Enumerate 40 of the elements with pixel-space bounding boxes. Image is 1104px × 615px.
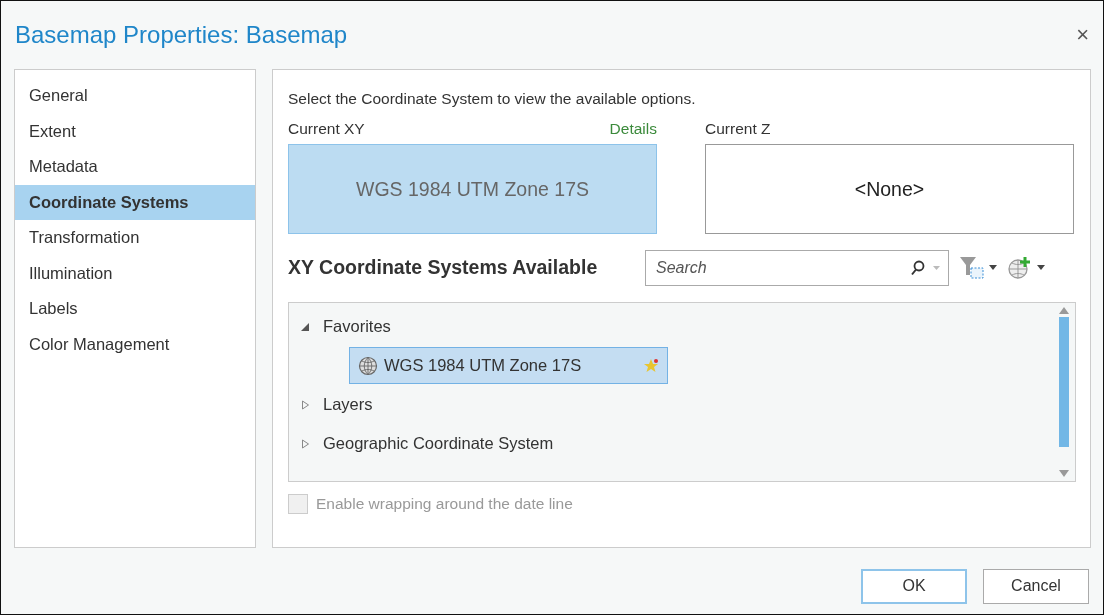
checkbox-label: Enable wrapping around the date line [316, 495, 573, 513]
tree-item[interactable]: Layers [323, 395, 373, 414]
tree-item[interactable]: Favorites [323, 317, 391, 336]
search-icon [911, 259, 925, 276]
scroll-up-arrow-icon[interactable] [1059, 306, 1069, 314]
search-field[interactable]: Search [645, 249, 949, 286]
close-button[interactable]: × [1072, 22, 1093, 48]
sidebar-item[interactable]: Transformation [15, 220, 255, 256]
sidebar-item[interactable]: Color Management [15, 326, 255, 362]
sidebar-item[interactable]: Illumination [15, 255, 255, 291]
section-heading: XY Coordinate Systems Available [288, 256, 599, 279]
filter-icon [959, 255, 985, 280]
instructions-text: Select the Coordinate System to view the available options. [288, 90, 697, 108]
cancel-button[interactable]: Cancel [983, 568, 1089, 604]
collapse-arrow-icon[interactable] [301, 321, 310, 332]
caret-icon [1037, 265, 1045, 270]
window-title: Basemap Properties: Basemap [15, 21, 348, 49]
details-link[interactable]: Details [609, 120, 657, 144]
filter-dropdown[interactable] [959, 255, 997, 280]
item-label: WGS 1984 UTM Zone 17S [384, 356, 583, 375]
expand-arrow-icon[interactable] [301, 399, 310, 410]
caret-icon[interactable] [933, 265, 940, 270]
sidebar-item[interactable]: Coordinate Systems [15, 184, 255, 220]
scroll-down-arrow-icon[interactable] [1059, 470, 1069, 478]
current-z-value: <None> [705, 144, 1074, 234]
caret-icon [989, 265, 997, 270]
coordinate-system-item[interactable]: WGS 1984 UTM Zone 17S [349, 347, 668, 384]
sidebar-item[interactable]: Labels [15, 291, 255, 327]
current-z-label: Current Z [705, 120, 771, 139]
add-coordinate-system-dropdown[interactable] [1007, 255, 1045, 280]
sidebar-item[interactable]: Metadata [15, 149, 255, 185]
globe-plus-icon [1007, 255, 1033, 280]
ok-button[interactable]: OK [861, 568, 967, 604]
sidebar-item[interactable]: Extent [15, 113, 255, 149]
expand-arrow-icon[interactable] [301, 438, 310, 449]
current-xy-value: WGS 1984 UTM Zone 17S [288, 144, 657, 234]
sidebar-item[interactable]: General [15, 78, 255, 114]
current-xy-label: Current XY [288, 120, 365, 139]
tree-item[interactable]: Geographic Coordinate System [323, 434, 554, 453]
globe-icon [358, 355, 378, 376]
